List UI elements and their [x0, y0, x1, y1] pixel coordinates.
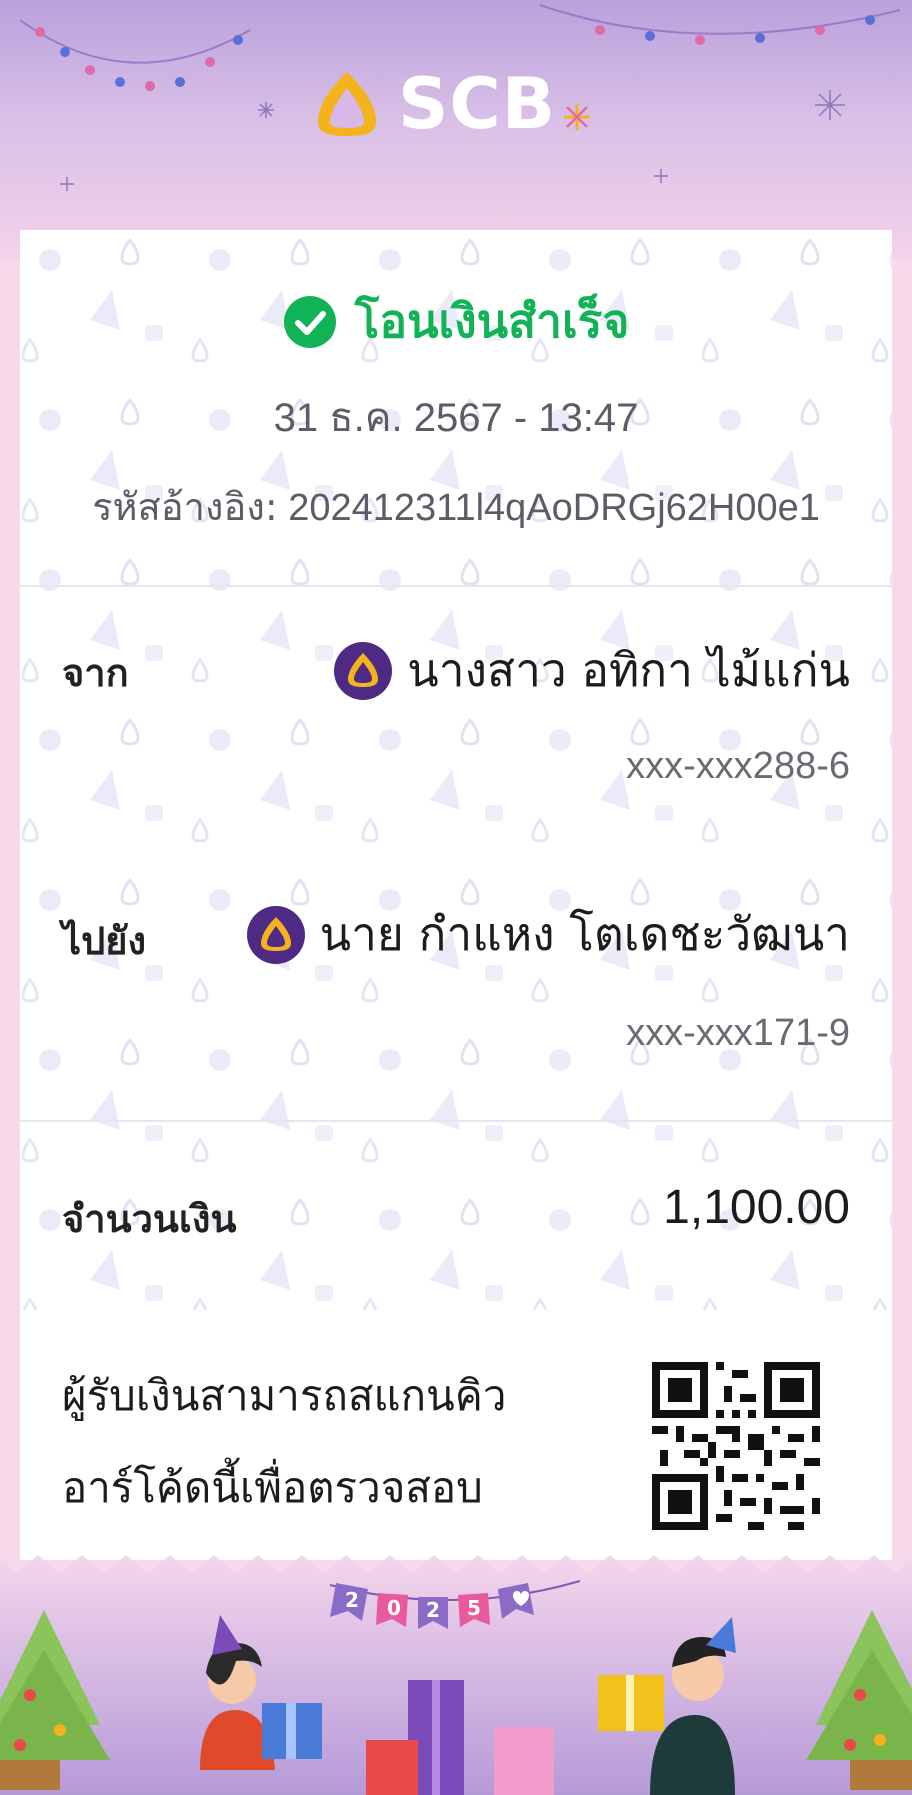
recipient-bank-icon [246, 905, 305, 964]
qr-instruction-line1: ผู้รับเงินสามารถสแกนคิว [62, 1371, 507, 1420]
festive-footer: 2 0 2 5 [0, 1555, 912, 1795]
scb-logo: SCB [312, 63, 594, 145]
sparkle-icon [564, 104, 591, 130]
sender-bank-icon [334, 641, 393, 700]
amount-value: 1,100.00 [663, 1181, 850, 1234]
recipient-account: xxx-xxx171-9 [626, 1012, 850, 1054]
sender-account: xxx-xxx288-6 [626, 745, 850, 787]
reference-value: 202412311l4qAoDRGj62H00e1 [288, 487, 820, 529]
success-check-icon [283, 295, 336, 348]
qr-instruction: ผู้รับเงินสามารถสแกนคิว อาร์โค้ดนี้เพื่อ… [62, 1350, 582, 1534]
recipient: นาย กำแหง โตเดชะวัฒนา [246, 898, 850, 971]
divider [20, 585, 892, 587]
divider [20, 1120, 892, 1122]
brand-name: SCB [398, 63, 557, 145]
transaction-datetime: 31 ธ.ค. 2567 - 13:47 [273, 396, 639, 440]
reference-label: รหัสอ้างอิง: [92, 485, 278, 529]
banner-digit: 2 [345, 1588, 359, 1612]
banner-digit: 0 [387, 1596, 401, 1620]
from-label: จาก [62, 651, 129, 695]
scb-logo-icon [318, 72, 376, 136]
recipient-name: นาย กำแหง โตเดชะวัฒนา [319, 907, 850, 961]
transfer-status: โอนเงินสำเร็จ [20, 285, 892, 358]
sender: นางสาว อทิกา ไม้แก่น [333, 634, 850, 707]
sender-name: นางสาว อทิกา ไม้แก่น [407, 643, 850, 697]
reference-line: รหัสอ้างอิง: 202412311l4qAoDRGj62H00e1 [20, 476, 892, 537]
qr-instruction-line2: อาร์โค้ดนี้เพื่อตรวจสอบ [62, 1463, 483, 1512]
banner-digit: 5 [467, 1596, 481, 1620]
banner-digit: 2 [426, 1598, 440, 1622]
verification-qr-code[interactable] [652, 1362, 820, 1530]
amount-label: จำนวนเงิน [62, 1197, 237, 1241]
receipt-card: โอนเงินสำเร็จ 31 ธ.ค. 2567 - 13:47 รหัสอ… [20, 230, 892, 1560]
to-label: ไปยัง [62, 919, 147, 963]
status-text: โอนเงินสำเร็จ [354, 294, 630, 348]
